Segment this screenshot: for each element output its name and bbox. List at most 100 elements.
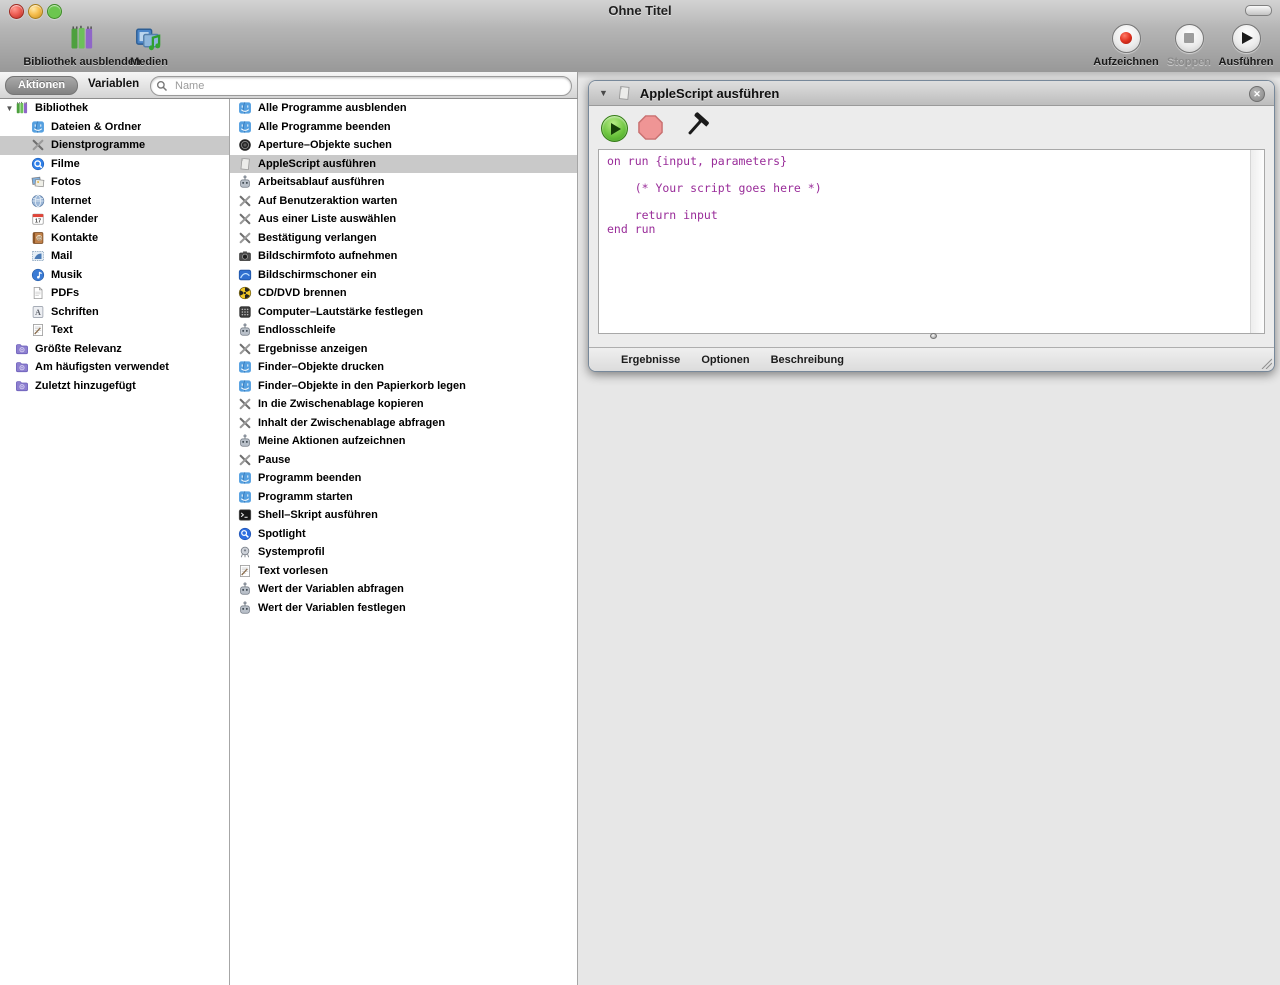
run-button[interactable]: Ausführen: [1216, 22, 1276, 68]
terminal-icon: [238, 508, 252, 522]
action-item-label: Programm beenden: [258, 472, 361, 484]
action-item-label: Alle Programme beenden: [258, 121, 391, 133]
sidebar-item-bibliothek[interactable]: ▼Bibliothek: [0, 99, 229, 118]
action-block-header[interactable]: ▼ AppleScript ausführen ✕: [589, 81, 1274, 106]
calendar-icon: 17: [31, 212, 45, 226]
smartfolder-icon: [15, 342, 29, 356]
sidebar-item-zuletzt-hinzugefugt[interactable]: Zuletzt hinzugefügt: [0, 377, 229, 396]
run-script-button[interactable]: [601, 115, 628, 142]
disclosure-triangle-icon[interactable]: ▼: [4, 104, 15, 113]
script-code[interactable]: on run {input, parameters} (* Your scrip…: [599, 150, 1250, 333]
action-item-finder-objekte-drucken[interactable]: Finder–Objekte drucken: [230, 358, 577, 377]
action-item-programm-starten[interactable]: Programm starten: [230, 488, 577, 507]
sidebar-item-label: Musik: [51, 269, 82, 281]
action-item-applescript-ausfuhren[interactable]: AppleScript ausführen: [230, 155, 577, 174]
action-item-bildschirmfoto-aufnehmen[interactable]: Bildschirmfoto aufnehmen: [230, 247, 577, 266]
sidebar-item-pdfs[interactable]: PDFs: [0, 284, 229, 303]
sidebar-item-musik[interactable]: Musik: [0, 266, 229, 285]
code-line: [607, 196, 1250, 210]
sidebar-item-label: Zuletzt hinzugefügt: [35, 380, 136, 392]
sidebar-item-am-haufigsten-verwendet[interactable]: Am häufigsten verwendet: [0, 358, 229, 377]
action-item-wert-der-variablen-abfragen[interactable]: Wert der Variablen abfragen: [230, 580, 577, 599]
script-button-row: [589, 105, 1274, 149]
volume-icon: [238, 305, 252, 319]
script-editor[interactable]: on run {input, parameters} (* Your scrip…: [598, 149, 1265, 334]
action-item-label: Alle Programme ausblenden: [258, 102, 407, 114]
action-item-label: Auf Benutzeraktion warten: [258, 195, 397, 207]
sidebar-item-internet[interactable]: Internet: [0, 192, 229, 211]
action-item-shell-skript-ausfuhren[interactable]: Shell–Skript ausführen: [230, 506, 577, 525]
action-item-ergebnisse-anzeigen[interactable]: Ergebnisse anzeigen: [230, 340, 577, 359]
compile-script-button[interactable]: [681, 111, 713, 143]
sidebar-item-label: Fotos: [51, 176, 81, 188]
action-item-computer-lautstarke-festlegen[interactable]: Computer–Lautstärke festlegen: [230, 303, 577, 322]
code-line: end run: [607, 223, 1250, 237]
sidebar-item-kalender[interactable]: 17Kalender: [0, 210, 229, 229]
sidebar-item-mail[interactable]: Mail: [0, 247, 229, 266]
sidebar-item-fotos[interactable]: Fotos: [0, 173, 229, 192]
action-item-aus-einer-liste-auswahlen[interactable]: Aus einer Liste auswählen: [230, 210, 577, 229]
action-item-cd-dvd-brennen[interactable]: CD/DVD brennen: [230, 284, 577, 303]
sidebar-item-kontakte[interactable]: @Kontakte: [0, 229, 229, 248]
tab-variablen[interactable]: Variablen: [88, 78, 139, 90]
action-item-wert-der-variablen-festlegen[interactable]: Wert der Variablen festlegen: [230, 599, 577, 618]
sidebar-item-schriften[interactable]: ASchriften: [0, 303, 229, 322]
finder-icon: [238, 101, 252, 115]
editor-resize-handle[interactable]: [930, 333, 937, 339]
block-tab-beschreibung[interactable]: Beschreibung: [771, 354, 844, 366]
editor-scrollbar[interactable]: [1250, 150, 1264, 333]
sidebar-item-grosste-relevanz[interactable]: Größte Relevanz: [0, 340, 229, 359]
action-item-arbeitsablauf-ausfuhren[interactable]: Arbeitsablauf ausführen: [230, 173, 577, 192]
close-action-icon[interactable]: ✕: [1249, 86, 1265, 102]
contacts-icon: @: [31, 231, 45, 245]
action-item-finder-objekte-in-den-papierkorb-legen[interactable]: Finder–Objekte in den Papierkorb legen: [230, 377, 577, 396]
action-item-programm-beenden[interactable]: Programm beenden: [230, 469, 577, 488]
action-item-systemprofil[interactable]: Systemprofil: [230, 543, 577, 562]
action-item-alle-programme-beenden[interactable]: Alle Programme beenden: [230, 118, 577, 137]
robot-icon: [238, 323, 252, 337]
block-tab-optionen[interactable]: Optionen: [701, 354, 749, 366]
block-tab-ergebnisse[interactable]: Ergebnisse: [621, 354, 680, 366]
stop-script-button[interactable]: [637, 114, 664, 141]
sidebar-item-dienstprogramme[interactable]: Dienstprogramme: [0, 136, 229, 155]
action-item-auf-benutzeraktion-warten[interactable]: Auf Benutzeraktion warten: [230, 192, 577, 211]
sidebar-item-filme[interactable]: Filme: [0, 155, 229, 174]
title-toolbar: Ohne Titel Bibliothek ausblenden Medien …: [0, 0, 1280, 73]
camera-icon: [238, 249, 252, 263]
search-input[interactable]: [173, 78, 562, 94]
workflow-canvas[interactable]: ▼ AppleScript ausführen ✕: [578, 72, 1280, 985]
action-item-inhalt-der-zwischenablage-abfragen[interactable]: Inhalt der Zwischenablage abfragen: [230, 414, 577, 433]
action-item-meine-aktionen-aufzeichnen[interactable]: Meine Aktionen aufzeichnen: [230, 432, 577, 451]
tab-aktionen[interactable]: Aktionen: [5, 76, 78, 95]
action-item-alle-programme-ausblenden[interactable]: Alle Programme ausblenden: [230, 99, 577, 118]
action-item-spotlight[interactable]: Spotlight: [230, 525, 577, 544]
media-button[interactable]: Medien: [120, 22, 178, 68]
finder-icon: [238, 471, 252, 485]
action-item-bildschirmschoner-ein[interactable]: Bildschirmschoner ein: [230, 266, 577, 285]
pdf-icon: [31, 286, 45, 300]
record-button[interactable]: Aufzeichnen: [1090, 22, 1162, 68]
sidebar-item-text[interactable]: Text: [0, 321, 229, 340]
action-item-in-die-zwischenablage-kopieren[interactable]: In die Zwischenablage kopieren: [230, 395, 577, 414]
action-item-label: Programm starten: [258, 491, 353, 503]
action-item-text-vorlesen[interactable]: Text vorlesen: [230, 562, 577, 581]
block-resize-grip-icon[interactable]: [1259, 356, 1272, 369]
toolbar-toggle-pill[interactable]: [1245, 5, 1272, 16]
search-field[interactable]: [150, 76, 572, 96]
stop-icon: [1175, 24, 1204, 53]
search-icon: [156, 80, 168, 92]
svg-text:17: 17: [35, 219, 41, 225]
action-item-bestatigung-verlangen[interactable]: Bestätigung verlangen: [230, 229, 577, 248]
code-line: (* Your script goes here *): [607, 182, 1250, 196]
action-item-aperture-objekte-suchen[interactable]: Aperture–Objekte suchen: [230, 136, 577, 155]
stop-button[interactable]: Stoppen: [1164, 22, 1214, 68]
action-item-endlosschleife[interactable]: Endlosschleife: [230, 321, 577, 340]
code-line: return input: [607, 209, 1250, 223]
action-item-pause[interactable]: Pause: [230, 451, 577, 470]
action-item-label: AppleScript ausführen: [258, 158, 376, 170]
xtools-icon: [238, 397, 252, 411]
action-item-label: Systemprofil: [258, 546, 325, 558]
action-item-label: In die Zwischenablage kopieren: [258, 398, 424, 410]
sidebar-item-dateien-ordner[interactable]: Dateien & Ordner: [0, 118, 229, 137]
disclosure-triangle-icon[interactable]: ▼: [599, 88, 608, 98]
